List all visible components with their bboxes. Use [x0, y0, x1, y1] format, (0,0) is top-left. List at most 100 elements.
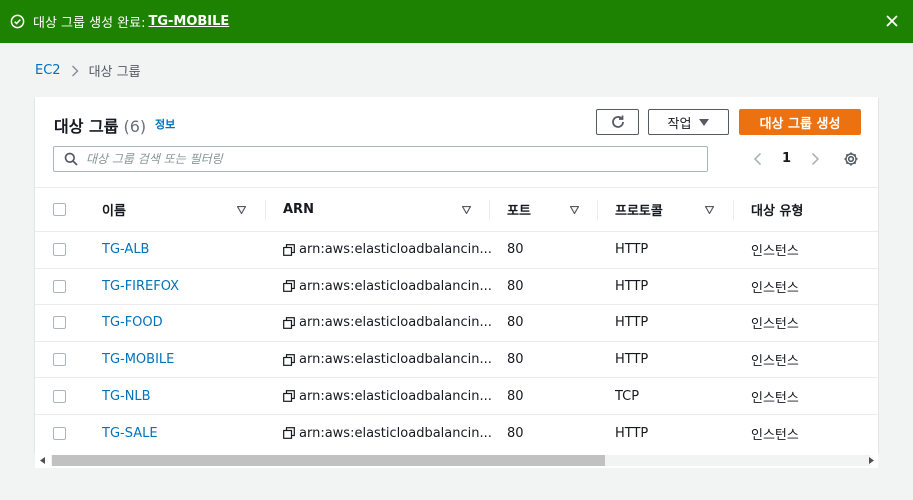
column-divider	[597, 200, 598, 221]
chevron-left-icon[interactable]	[751, 152, 765, 166]
column-header-arn[interactable]: ARN	[283, 188, 314, 231]
page-number[interactable]: 1	[782, 151, 791, 166]
table-row[interactable]: TG-NLB arn:aws:elasticloadbalancin... 80…	[35, 378, 878, 415]
row-select-cell	[53, 232, 66, 268]
target-type-cell: 인스턴스	[751, 354, 799, 370]
info-link[interactable]: 정보	[155, 116, 175, 132]
protocol-cell: HTTP	[615, 425, 649, 441]
arn-cell: arn:aws:elasticloadbalancin...	[283, 305, 492, 341]
scrollbar-thumb[interactable]	[52, 455, 605, 466]
horizontal-scrollbar[interactable]	[35, 452, 878, 468]
protocol-cell: HTTP	[615, 278, 649, 294]
column-divider	[489, 200, 490, 221]
column-header-target-type[interactable]: 대상 유형	[751, 188, 803, 231]
chevron-right-icon	[71, 64, 79, 77]
protocol-cell: TCP	[615, 388, 640, 404]
row-select-cell	[53, 415, 66, 452]
target-group-name-link[interactable]: TG-SALE	[102, 415, 158, 452]
row-checkbox[interactable]	[53, 316, 66, 330]
actions-dropdown-button[interactable]: 작업	[648, 109, 729, 135]
page-title: 대상 그룹 (6)	[54, 113, 146, 137]
arn-text: arn:aws:elasticloadbalancin...	[299, 352, 492, 368]
breadcrumb: EC2 대상 그룹	[35, 61, 141, 80]
table-header: 이름 ARN 포트 프로토콜 대상 유형	[35, 187, 878, 232]
breadcrumb-ec2-link[interactable]: EC2	[35, 63, 61, 78]
table-row[interactable]: TG-FOOD arn:aws:elasticloadbalancin... 8…	[35, 305, 878, 342]
flash-target-group-link[interactable]: TG-MOBILE	[148, 14, 229, 29]
target-groups-table: 이름 ARN 포트 프로토콜 대상 유형 TG-ALB arn:aws:elas…	[35, 187, 878, 452]
target-group-name-link[interactable]: TG-ALB	[102, 232, 149, 268]
sort-down-icon[interactable]	[237, 206, 246, 214]
actions-label: 작업	[667, 116, 692, 132]
row-checkbox[interactable]	[53, 243, 66, 257]
row-checkbox[interactable]	[53, 353, 66, 367]
row-select-cell	[53, 269, 66, 305]
row-checkbox[interactable]	[53, 426, 66, 440]
sort-down-icon[interactable]	[570, 206, 579, 214]
row-checkbox[interactable]	[53, 389, 66, 403]
target-group-name-link[interactable]: TG-FIREFOX	[102, 269, 179, 305]
search-input[interactable]	[86, 152, 686, 166]
port-cell: 80	[507, 388, 524, 404]
copy-icon[interactable]	[283, 280, 295, 293]
scroll-left-icon[interactable]	[40, 457, 46, 464]
check-circle-icon	[10, 14, 25, 29]
port-cell: 80	[507, 352, 524, 368]
gear-icon[interactable]	[843, 151, 859, 167]
target-group-name-link[interactable]: TG-FOOD	[102, 305, 163, 341]
arn-text: arn:aws:elasticloadbalancin...	[299, 388, 492, 404]
copy-icon[interactable]	[283, 427, 295, 440]
copy-icon[interactable]	[283, 317, 295, 329]
target-type-cell: 인스턴스	[751, 390, 799, 406]
row-select-cell	[53, 378, 66, 414]
port-cell: 80	[507, 278, 524, 294]
target-type-cell: 인스턴스	[751, 280, 799, 296]
table-row[interactable]: TG-ALB arn:aws:elasticloadbalancin... 80…	[35, 232, 878, 269]
arn-cell: arn:aws:elasticloadbalancin...	[283, 232, 492, 268]
arn-text: arn:aws:elasticloadbalancin...	[299, 315, 492, 331]
protocol-cell: HTTP	[615, 315, 649, 331]
chevron-right-icon[interactable]	[808, 152, 822, 166]
breadcrumb-current: 대상 그룹	[88, 65, 141, 80]
copy-icon[interactable]	[283, 390, 295, 403]
success-flash-banner: 대상 그룹 생성 완료: TG-MOBILE	[0, 0, 913, 43]
select-all-cell	[53, 188, 66, 231]
arn-text: arn:aws:elasticloadbalancin...	[299, 425, 492, 441]
target-group-name-link[interactable]: TG-MOBILE	[102, 342, 174, 378]
sort-down-icon[interactable]	[705, 206, 714, 214]
target-type-cell: 인스턴스	[751, 317, 799, 333]
create-target-group-button[interactable]: 대상 그룹 생성	[739, 109, 861, 135]
port-cell: 80	[507, 425, 524, 441]
flash-message: 대상 그룹 생성 완료:	[33, 16, 146, 31]
arn-cell: arn:aws:elasticloadbalancin...	[283, 378, 492, 414]
target-type-cell: 인스턴스	[751, 427, 799, 443]
search-filter	[53, 146, 708, 172]
refresh-icon	[610, 114, 626, 130]
table-row[interactable]: TG-MOBILE arn:aws:elasticloadbalancin...…	[35, 342, 878, 379]
port-cell: 80	[507, 315, 524, 331]
table-row[interactable]: TG-FIREFOX arn:aws:elasticloadbalancin..…	[35, 269, 878, 306]
row-checkbox[interactable]	[53, 279, 66, 293]
target-group-name-link[interactable]: TG-NLB	[102, 378, 151, 414]
column-header-protocol[interactable]: 프로토콜	[615, 188, 663, 231]
pagination: 1	[751, 151, 822, 166]
target-groups-panel: 대상 그룹(6) 정보 작업 대상 그룹 생성 1	[35, 97, 878, 452]
select-all-checkbox[interactable]	[53, 203, 66, 216]
column-divider	[733, 200, 734, 221]
close-icon[interactable]	[884, 13, 900, 29]
column-header-name[interactable]: 이름	[102, 188, 126, 231]
copy-icon[interactable]	[283, 243, 295, 256]
panel-count: (6)	[123, 117, 147, 136]
scroll-right-icon[interactable]	[868, 457, 874, 464]
arn-cell: arn:aws:elasticloadbalancin...	[283, 342, 492, 378]
copy-icon[interactable]	[283, 353, 295, 366]
column-header-port[interactable]: 포트	[507, 188, 531, 231]
arn-text: arn:aws:elasticloadbalancin...	[299, 242, 492, 258]
sort-down-icon[interactable]	[462, 206, 471, 214]
table-row[interactable]: TG-SALE arn:aws:elasticloadbalancin... 8…	[35, 415, 878, 452]
arn-cell: arn:aws:elasticloadbalancin...	[283, 269, 492, 305]
port-cell: 80	[507, 242, 524, 258]
refresh-button[interactable]	[596, 109, 639, 135]
protocol-cell: HTTP	[615, 242, 649, 258]
search-icon	[64, 152, 78, 166]
